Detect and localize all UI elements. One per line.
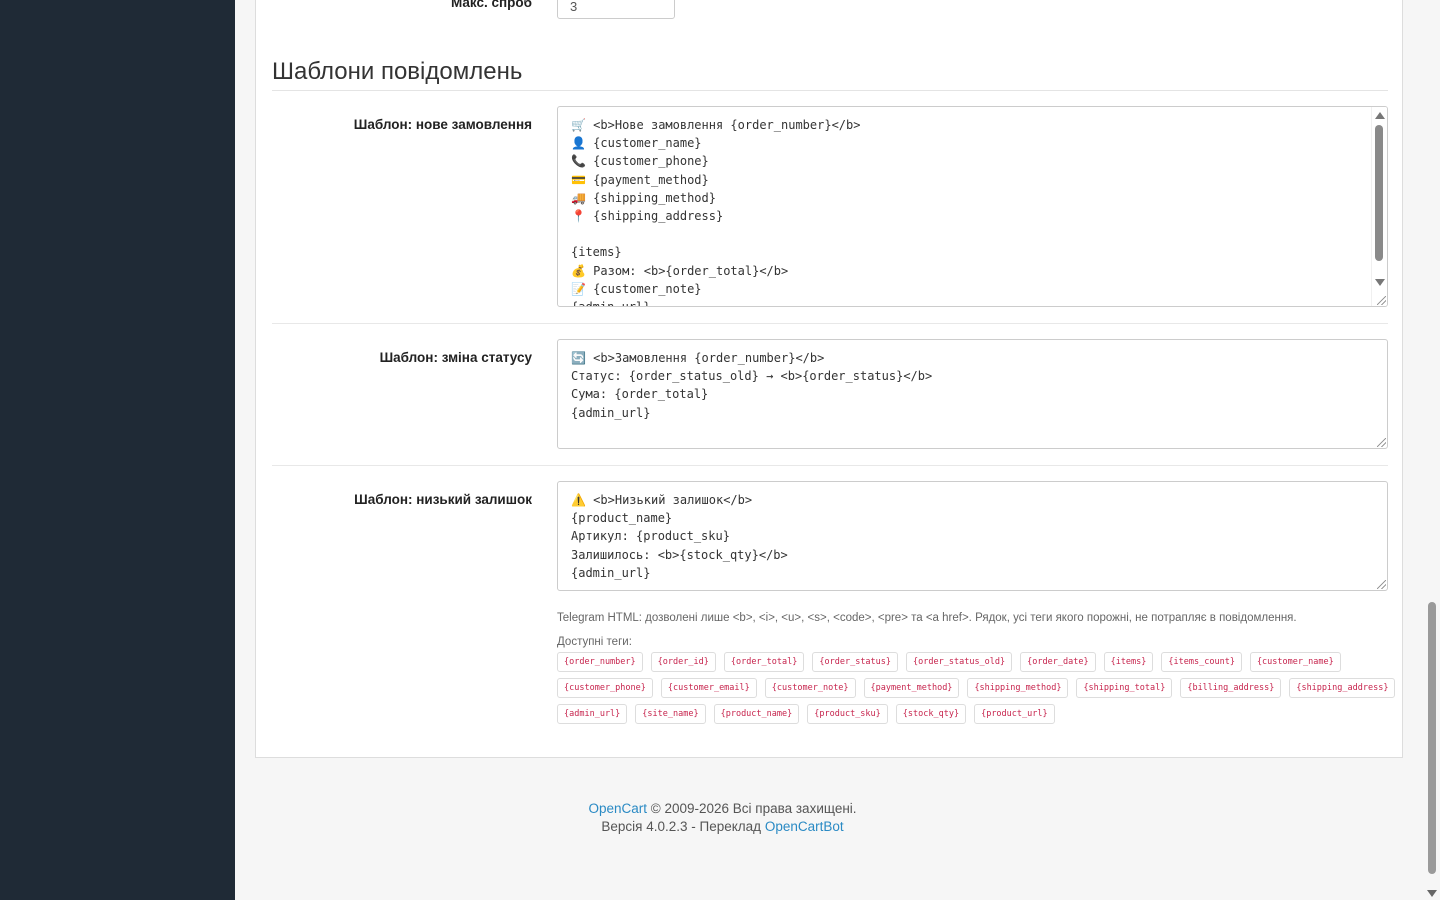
footer-copyright-line: OpenCart © 2009-2026 Всі права захищені. <box>255 800 1190 818</box>
tag-row: {customer_phone} {customer_email} {custo… <box>557 678 1396 698</box>
tag-chip[interactable]: {customer_name} <box>1249 652 1341 672</box>
tag-chip[interactable]: {admin_url} <box>557 704 628 724</box>
resize-grip-icon[interactable] <box>1377 296 1386 305</box>
tag-chip[interactable]: {payment_method} <box>863 678 960 698</box>
resize-grip-icon[interactable] <box>1377 580 1386 589</box>
low-stock-template-textarea[interactable]: ⚠️ <b>Низький залишок</b> {product_name}… <box>557 481 1388 591</box>
tag-row: {admin_url} {site_name} {product_name} {… <box>557 704 1357 724</box>
sidebar <box>0 0 235 900</box>
help-text: Telegram HTML: дозволені лише <b>, <i>, … <box>557 612 1297 624</box>
tag-chip[interactable]: {product_url} <box>974 704 1055 724</box>
tag-chip[interactable]: {order_status_old} <box>906 652 1013 672</box>
new-order-template-text: 🛒 <b>Нове замовлення {order_number}</b> … <box>571 118 861 306</box>
textarea-scrollbar[interactable] <box>1371 107 1387 306</box>
page-scroll-down-arrow-icon[interactable] <box>1427 890 1437 897</box>
section-divider <box>272 90 1388 91</box>
tag-chip[interactable]: {shipping_total} <box>1076 678 1173 698</box>
scroll-down-arrow-icon[interactable] <box>1375 279 1385 286</box>
tag-chip[interactable]: {site_name} <box>635 704 706 724</box>
new-order-template-textarea[interactable]: 🛒 <b>Нове замовлення {order_number}</b> … <box>557 106 1388 307</box>
status-change-template-label: Шаблон: зміна статусу <box>379 350 532 365</box>
footer-copyright: © 2009-2026 Всі права захищені. <box>647 801 857 816</box>
footer-opencart-link[interactable]: OpenCart <box>588 801 647 816</box>
tag-chip[interactable]: {product_name} <box>713 704 800 724</box>
tag-chip[interactable]: {items} <box>1103 652 1154 672</box>
available-tags: {order_number} {order_id} {order_total} … <box>557 652 1396 730</box>
footer-version: Версія 4.0.2.3 - Переклад <box>601 819 765 834</box>
tag-chip[interactable]: {order_id} <box>650 652 716 672</box>
row-divider <box>272 465 1388 466</box>
scroll-up-arrow-icon[interactable] <box>1375 112 1385 119</box>
row-divider <box>272 323 1388 324</box>
page-scrollbar-thumb[interactable] <box>1428 602 1436 874</box>
resize-grip-icon[interactable] <box>1377 438 1386 447</box>
tag-chip[interactable]: {billing_address} <box>1180 678 1282 698</box>
tag-chip[interactable]: {shipping_method} <box>967 678 1069 698</box>
scrollbar-thumb[interactable] <box>1375 125 1383 261</box>
footer-version-line: Версія 4.0.2.3 - Переклад OpenCartBot <box>255 818 1190 836</box>
tag-chip[interactable]: {items_count} <box>1161 652 1242 672</box>
tag-chip[interactable]: {customer_phone} <box>557 678 653 698</box>
tag-chip[interactable]: {customer_note} <box>764 678 856 698</box>
low-stock-template-text: ⚠️ <b>Низький залишок</b> {product_name}… <box>571 493 788 580</box>
tag-row: {order_number} {order_id} {order_total} … <box>557 652 1357 672</box>
tag-chip[interactable]: {order_date} <box>1020 652 1096 672</box>
tag-chip[interactable]: {order_number} <box>557 652 643 672</box>
max-attempts-input[interactable]: 3 <box>557 0 675 19</box>
status-change-template-text: 🔄 <b>Замовлення {order_number}</b> Стату… <box>571 351 933 420</box>
footer-translator-link[interactable]: OpenCartBot <box>765 819 844 834</box>
low-stock-template-label: Шаблон: низький залишок <box>354 492 532 507</box>
page-scrollbar[interactable] <box>1424 0 1440 900</box>
tag-chip[interactable]: {product_sku} <box>807 704 888 724</box>
tag-chip[interactable]: {order_status} <box>812 652 899 672</box>
tag-chip[interactable]: {stock_qty} <box>895 704 967 724</box>
section-title: Шаблони повідомлень <box>272 58 523 85</box>
footer: OpenCart © 2009-2026 Всі права захищені.… <box>255 800 1190 836</box>
available-tags-label: Доступні теги: <box>557 636 632 648</box>
tag-chip[interactable]: {customer_email} <box>660 678 757 698</box>
max-attempts-label: Макс. спроб <box>451 0 532 10</box>
status-change-template-textarea[interactable]: 🔄 <b>Замовлення {order_number}</b> Стату… <box>557 339 1388 449</box>
tag-chip[interactable]: {shipping_address} <box>1289 678 1396 698</box>
new-order-template-label: Шаблон: нове замовлення <box>353 117 532 132</box>
tag-chip[interactable]: {order_total} <box>723 652 805 672</box>
